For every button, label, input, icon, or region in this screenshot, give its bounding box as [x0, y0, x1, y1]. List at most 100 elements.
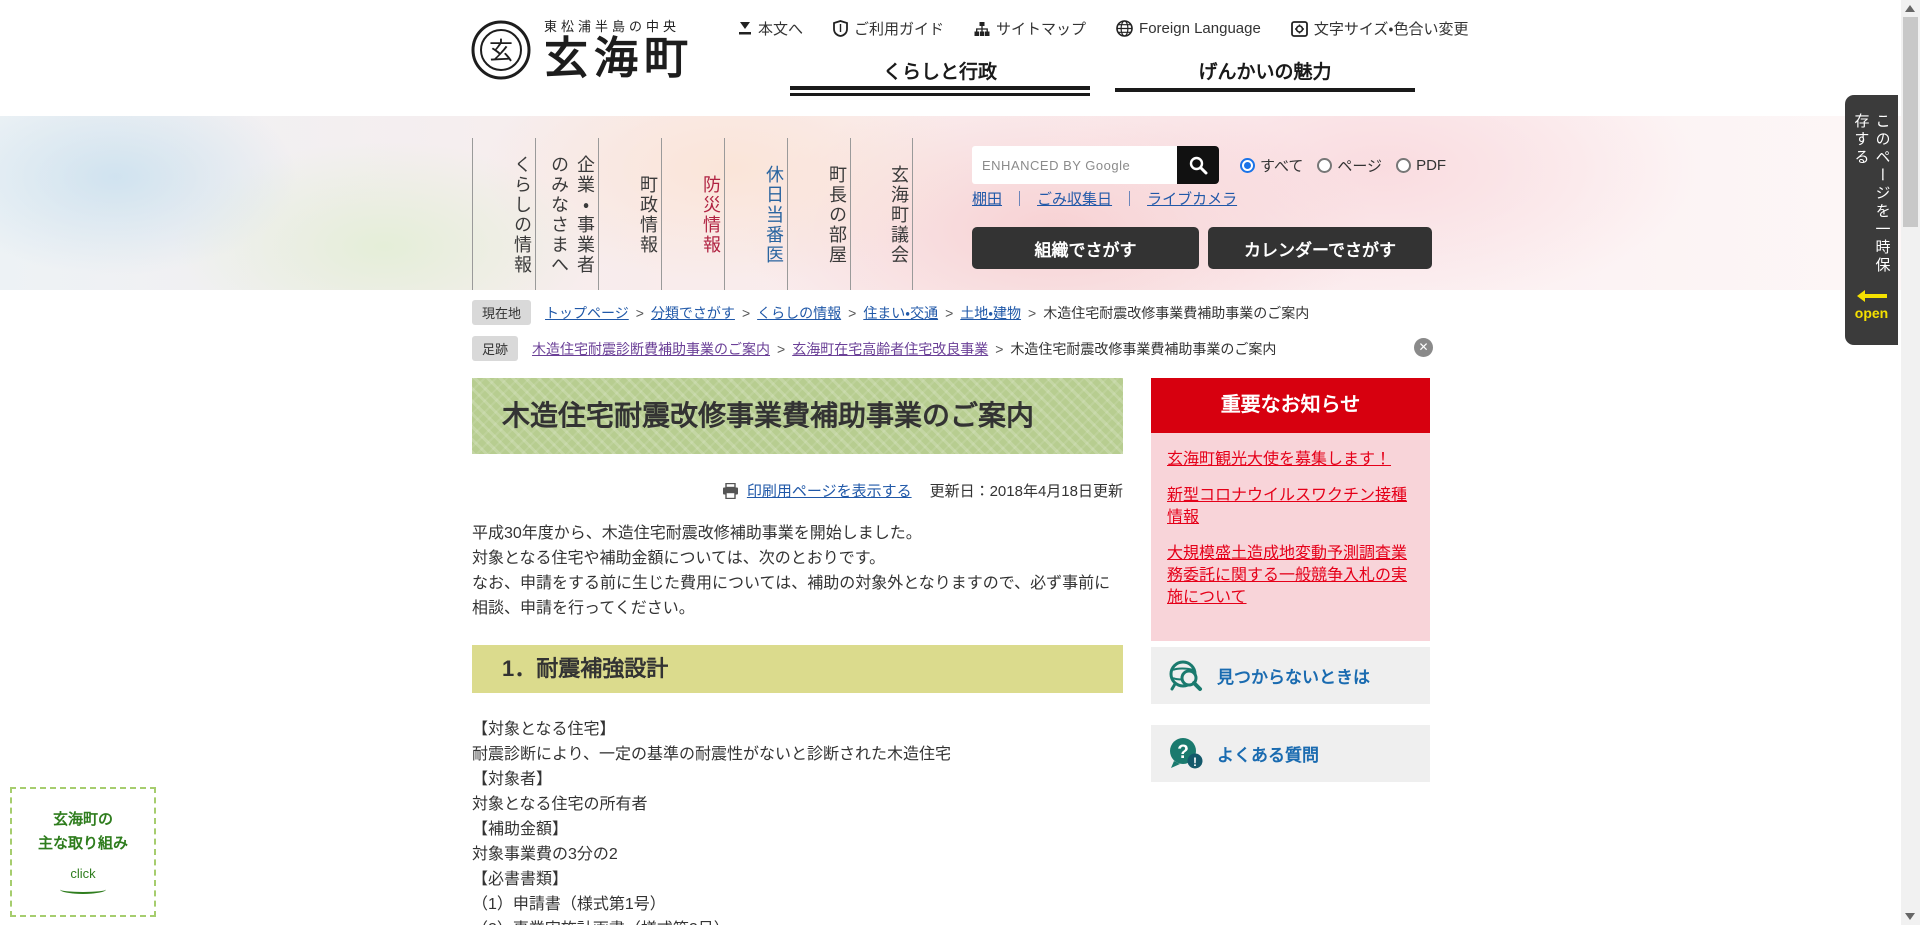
article-meta: 印刷用ページを表示する 更新日：2018年4月18日更新 — [472, 480, 1123, 501]
nav-item-kyujitsu-toban-i[interactable]: 休日当番医 — [724, 138, 787, 290]
scope-label: すべて — [1260, 155, 1303, 176]
search-icon — [1188, 155, 1208, 175]
search-by-calendar-button[interactable]: カレンダーでさがす — [1208, 227, 1432, 269]
faq-button[interactable]: ? ! よくある質問 — [1151, 725, 1430, 782]
sitemap-icon — [974, 21, 990, 37]
history-trail: 足跡 木造住宅耐震診断費補助事業のご案内 > 玄海町在宅高齢者住宅改良事業 > … — [472, 336, 1276, 361]
display-settings-icon — [1291, 21, 1308, 37]
trail-tag: 足跡 — [472, 336, 518, 361]
helper-label: 見つからないときは — [1217, 663, 1370, 688]
scope-subete[interactable]: すべて — [1240, 155, 1303, 176]
intro-text: 平成30年度から、木造住宅耐震改修補助事業を開始しました。 対象となる住宅や補助… — [472, 521, 1123, 621]
nav-item-kigyo-jigyosha[interactable]: 企業・事業者 のみなさまへ — [535, 138, 598, 290]
detail-line: 【対象となる住宅】 — [472, 717, 1123, 742]
scope-page[interactable]: ページ — [1317, 155, 1382, 176]
nav-item-chocho-heya[interactable]: 町長の部屋 — [787, 138, 850, 290]
radio-icon — [1240, 158, 1255, 173]
radio-icon — [1396, 158, 1411, 173]
faq-bubble-icon: ? ! — [1167, 736, 1205, 772]
detail-line: 対象となる住宅の所有者 — [472, 792, 1123, 817]
town-emblem-icon: 玄 — [470, 19, 532, 81]
separator: > — [636, 305, 644, 321]
breadcrumb-link-tochi[interactable]: 土地・建物 — [960, 303, 1021, 323]
guide-link[interactable]: ご利用ガイド — [833, 18, 944, 39]
search-button[interactable] — [1177, 146, 1219, 184]
tab-underline — [790, 93, 1090, 96]
tab-genkai-miryoku[interactable]: げんかいの魅力 — [1115, 57, 1415, 84]
nav-item-kurashi-joho[interactable]: くらしの情報 — [472, 138, 535, 290]
search-input[interactable] — [972, 146, 1177, 184]
page-title: 木造住宅耐震改修事業費補助事業のご案内 — [472, 378, 1123, 454]
nav-item-chosei-joho[interactable]: 町政情報 — [598, 138, 661, 290]
intro-line: 平成30年度から、木造住宅耐震改修補助事業を開始しました。 — [472, 521, 1123, 546]
breadcrumb-link-top[interactable]: トップページ — [545, 303, 629, 323]
updated-date: 更新日：2018年4月18日更新 — [930, 480, 1123, 501]
notice-link-taishi[interactable]: 玄海町観光大使を募集します！ — [1167, 449, 1414, 471]
scrollbar[interactable] — [1901, 0, 1920, 925]
breadcrumb-current: 木造住宅耐震改修事業費補助事業のご案内 — [1043, 303, 1309, 323]
breadcrumb-link-sumai[interactable]: 住まい・交通 — [863, 303, 938, 323]
breadcrumb-link-bunrui[interactable]: 分類でさがす — [651, 303, 735, 323]
separator: > — [848, 305, 856, 321]
notice-link-nyusatsu[interactable]: 大規模盛土造成地変動予測調査業務委託に関する一般競争入札の実施について — [1167, 543, 1414, 609]
breadcrumb-link-kurashi[interactable]: くらしの情報 — [757, 303, 841, 323]
printer-icon — [722, 483, 739, 499]
scroll-down-icon[interactable] — [1905, 913, 1915, 920]
important-notice-box: 重要なお知らせ 玄海町観光大使を募集します！ 新型コロナウイルスワクチン接種情報… — [1151, 378, 1430, 641]
radio-icon — [1317, 158, 1332, 173]
scope-label: ページ — [1337, 155, 1382, 176]
scope-label: PDF — [1416, 157, 1446, 174]
open-label: open — [1855, 305, 1888, 321]
trail-close-icon[interactable]: ✕ — [1414, 338, 1433, 357]
trail-link-shindan[interactable]: 木造住宅耐震診断費補助事業のご案内 — [532, 339, 770, 359]
scrollbar-thumb[interactable] — [1903, 17, 1918, 227]
tab-underline — [790, 86, 1090, 90]
section-heading: 1．耐震補強設計 — [472, 645, 1123, 693]
skip-to-content-icon — [738, 21, 752, 36]
sitemap-link[interactable]: サイトマップ — [974, 18, 1086, 39]
foreign-language-link[interactable]: Foreign Language — [1116, 20, 1261, 37]
banner-underline-arc — [60, 885, 106, 894]
trail-current: 木造住宅耐震改修事業費補助事業のご案内 — [1010, 339, 1276, 359]
separator: ｜ — [1012, 188, 1027, 209]
trail-link-kairyou[interactable]: 玄海町在宅高齢者住宅改良事業 — [792, 339, 988, 359]
svg-text:!: ! — [1193, 755, 1197, 769]
svg-text:玄: 玄 — [489, 38, 513, 65]
save-page-label: このページを一時保存する — [1851, 113, 1893, 283]
display-settings-link[interactable]: 文字サイズ・色合い変更 — [1291, 18, 1469, 39]
nav-item-bosai-joho[interactable]: 防災情報 — [661, 138, 724, 290]
quick-links: 棚田 ｜ ごみ収集日 ｜ ライブカメラ — [972, 188, 1237, 209]
town-initiatives-banner[interactable]: 玄海町の 主な取り組み click — [10, 787, 156, 917]
notice-link-vaccine[interactable]: 新型コロナウイルスワクチン接種情報 — [1167, 485, 1414, 529]
article: 木造住宅耐震改修事業費補助事業のご案内 印刷用ページを表示する 更新日：2018… — [472, 378, 1123, 925]
print-page-link[interactable]: 印刷用ページを表示する — [747, 480, 912, 501]
save-page-tab[interactable]: このページを一時保存する open — [1845, 95, 1898, 345]
quick-link-gomi[interactable]: ごみ収集日 — [1037, 188, 1112, 209]
separator: > — [995, 341, 1003, 357]
site-logo[interactable]: 玄 東松浦半島の中央 玄海町 — [470, 16, 694, 83]
quick-link-tanada[interactable]: 棚田 — [972, 188, 1002, 209]
tab-kurashi-gyosei[interactable]: くらしと行政 — [790, 57, 1090, 84]
helper-label: よくある質問 — [1217, 741, 1319, 766]
detail-line: 対象事業費の3分の2 — [472, 842, 1123, 867]
quick-link-livecamera[interactable]: ライブカメラ — [1147, 188, 1237, 209]
not-found-help-button[interactable]: 見つからないときは — [1151, 647, 1430, 704]
scroll-up-icon[interactable] — [1905, 5, 1915, 12]
detail-line: 【必書書類】 — [472, 867, 1123, 892]
utility-label: サイトマップ — [996, 18, 1086, 39]
utility-label: Foreign Language — [1139, 20, 1261, 37]
intro-line: なお、申請をする前に生じた費用については、補助の対象外となりますので、必ず事前に… — [472, 571, 1123, 621]
utility-label: 本文へ — [758, 18, 803, 39]
detail-line: （1）申請書（様式第1号） — [472, 892, 1123, 917]
separator: > — [1028, 305, 1036, 321]
utility-nav: 本文へ ご利用ガイド サイトマップ Foreign Language 文字サイズ… — [738, 18, 1468, 39]
nav-item-gikai[interactable]: 玄海町議会 — [850, 138, 913, 290]
skip-to-content-link[interactable]: 本文へ — [738, 18, 803, 39]
scope-pdf[interactable]: PDF — [1396, 157, 1446, 174]
search-by-org-button[interactable]: 組織でさがす — [972, 227, 1199, 269]
detail-line: 耐震診断により、一定の基準の耐震性がないと診断された木造住宅 — [472, 742, 1123, 767]
separator: > — [777, 341, 785, 357]
logo-text: 東松浦半島の中央 玄海町 — [544, 16, 694, 83]
banner-line2: 主な取り組み — [38, 834, 128, 854]
guide-icon — [833, 20, 848, 37]
